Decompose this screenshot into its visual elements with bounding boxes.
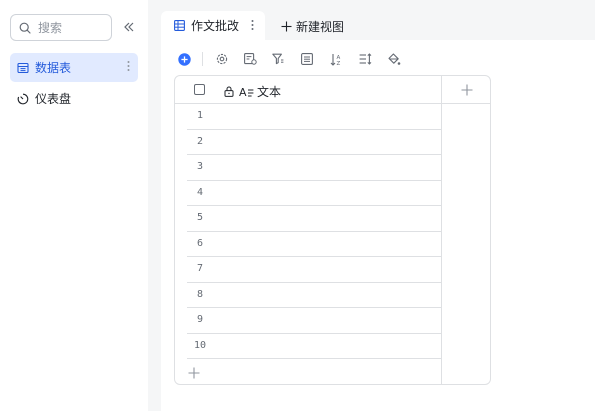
- column-divider: [441, 76, 442, 384]
- tab-label: 作文批改: [191, 19, 240, 33]
- lock-icon: [224, 86, 234, 97]
- table-row[interactable]: 10: [187, 334, 441, 359]
- sidebar-item-table[interactable]: 数据表: [10, 53, 138, 82]
- table-row[interactable]: 3: [187, 155, 441, 181]
- search-input[interactable]: [38, 20, 98, 35]
- table-row[interactable]: 1: [187, 104, 441, 130]
- row-number: 8: [196, 288, 204, 300]
- row-number: 7: [196, 263, 204, 274]
- sort-icon: A Z: [330, 53, 340, 66]
- table-row[interactable]: 5: [187, 206, 441, 232]
- row-number: 10: [193, 339, 207, 351]
- add-field-button[interactable]: [459, 82, 475, 98]
- new-view-button[interactable]: 新建视图: [281, 17, 344, 35]
- row-number: 3: [196, 161, 204, 172]
- sort-button[interactable]: A Z: [328, 51, 344, 67]
- row-height-button[interactable]: [357, 51, 373, 67]
- toolbar-divider: [202, 52, 203, 66]
- more-options-icon[interactable]: [251, 19, 254, 34]
- table-row[interactable]: 6: [187, 232, 441, 257]
- table-row[interactable]: 2: [187, 130, 441, 155]
- fill-color-button[interactable]: [386, 51, 402, 67]
- new-view-label: 新建视图: [296, 19, 345, 34]
- search-box[interactable]: [10, 14, 112, 41]
- table-row[interactable]: 7: [187, 257, 441, 283]
- select-all-checkbox[interactable]: [194, 84, 205, 95]
- row-height-icon: [359, 53, 371, 65]
- sidebar-item-label: 仪表盘: [35, 92, 72, 106]
- data-grid: A 文本 1 2 3 4 5 6 7 8 9 10: [174, 75, 491, 385]
- svg-text:A: A: [239, 86, 247, 97]
- more-options-icon[interactable]: [127, 60, 130, 75]
- group-button[interactable]: [299, 51, 315, 67]
- settings-button[interactable]: [214, 51, 230, 67]
- plus-icon: [461, 84, 473, 96]
- field-name: 文本: [257, 85, 282, 99]
- grid-view-icon: [174, 20, 185, 31]
- row-number: 6: [196, 237, 204, 249]
- field-config-button[interactable]: [242, 51, 258, 67]
- add-row-button[interactable]: [186, 365, 202, 381]
- plus-icon: [188, 367, 200, 379]
- view-content: A Z A 文本 1 2 3 4 5 6 7 8 9 10: [161, 40, 595, 411]
- tab-active-view[interactable]: 作文批改: [161, 11, 265, 40]
- add-record-icon: [177, 52, 191, 66]
- fill-color-icon: [387, 52, 400, 65]
- filter-button[interactable]: [270, 51, 286, 67]
- plus-icon: [281, 21, 292, 31]
- row-number: 1: [196, 110, 204, 121]
- svg-text:Z: Z: [336, 61, 340, 66]
- row-number: 4: [196, 186, 204, 198]
- search-icon: [19, 22, 31, 34]
- collapse-sidebar-button[interactable]: [121, 19, 137, 35]
- add-record-button[interactable]: [176, 51, 192, 67]
- sidebar-item-label: 数据表: [35, 61, 72, 75]
- row-number: 9: [196, 314, 204, 325]
- field-header-text[interactable]: A 文本: [224, 83, 281, 100]
- table-icon: [17, 62, 29, 73]
- settings-icon: [216, 53, 228, 65]
- group-icon: [301, 53, 313, 65]
- sidebar: 数据表 仪表盘: [0, 0, 148, 411]
- sidebar-item-dashboard[interactable]: 仪表盘: [10, 84, 138, 113]
- filter-icon: [272, 53, 284, 65]
- row-number: 5: [196, 212, 204, 223]
- field-config-icon: [243, 53, 257, 65]
- table-row[interactable]: 9: [187, 308, 441, 334]
- main-area: 作文批改 新建视图 A Z A 文本 1 2 3 4 5 6 7 8 9 10: [148, 0, 595, 411]
- grid-header: A 文本: [175, 76, 490, 104]
- double-chevron-left-icon: [124, 22, 134, 32]
- dashboard-icon: [17, 93, 29, 104]
- table-row[interactable]: 8: [187, 283, 441, 308]
- row-number: 2: [196, 135, 204, 147]
- text-field-icon: A: [239, 86, 254, 97]
- table-row[interactable]: 4: [187, 181, 441, 206]
